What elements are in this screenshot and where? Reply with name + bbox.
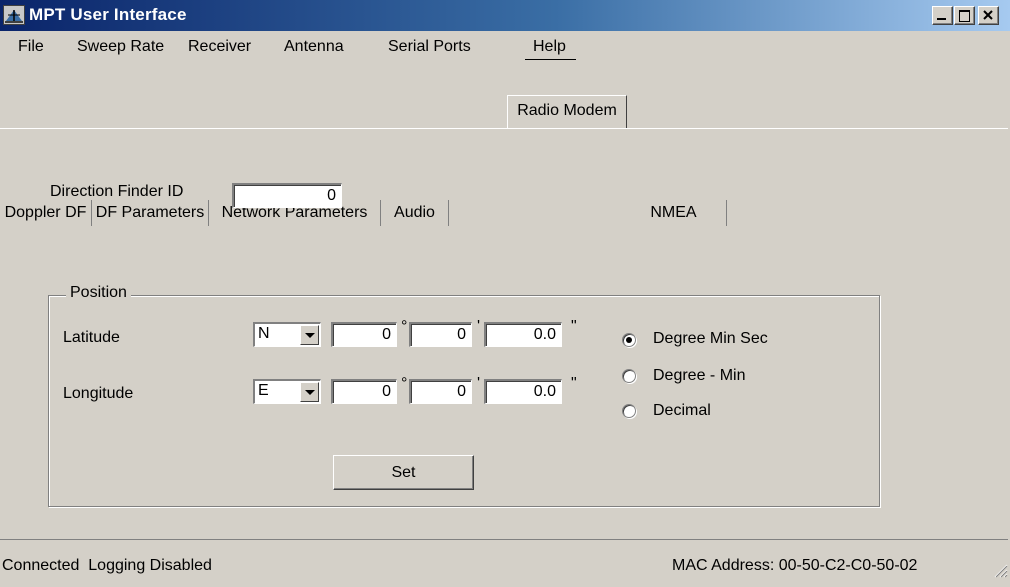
main-window: MPT User Interface File Sweep Rate Recei…	[0, 0, 1010, 587]
chevron-down-icon	[305, 333, 315, 338]
menu-receiver[interactable]: Receiver	[188, 38, 251, 56]
menu-sweep-rate[interactable]: Sweep Rate	[77, 38, 164, 56]
resize-grip-icon[interactable]	[990, 560, 1008, 578]
title-bar[interactable]: MPT User Interface	[0, 0, 1010, 31]
dropdown-arrow-button[interactable]	[300, 382, 319, 402]
status-connection: Connected	[2, 557, 80, 574]
radio-selected-dot	[626, 337, 632, 343]
latitude-degrees-field[interactable]: 0	[331, 322, 397, 347]
degree-symbol: °	[401, 318, 408, 335]
set-button[interactable]: Set	[333, 455, 474, 490]
longitude-seconds-field[interactable]: 0.0	[484, 379, 562, 404]
menu-serial-ports[interactable]: Serial Ports	[388, 38, 471, 56]
df-id-label: Direction Finder ID	[50, 183, 184, 200]
latitude-minutes-field[interactable]: 0	[409, 322, 472, 347]
second-symbol: "	[571, 375, 577, 392]
radio-label-degree-min-sec[interactable]: Degree Min Sec	[653, 330, 768, 348]
status-bar: Connected Logging Disabled MAC Address: …	[0, 548, 1010, 587]
radio-decimal[interactable]	[622, 404, 636, 418]
chevron-down-icon	[305, 390, 315, 395]
menu-file[interactable]: File	[18, 38, 44, 56]
minute-symbol: '	[477, 318, 481, 335]
longitude-hemisphere-select[interactable]: E	[253, 379, 321, 404]
radio-degree-min[interactable]	[622, 369, 636, 383]
status-connection-logging: Connected Logging Disabled	[2, 557, 212, 575]
dropdown-arrow-button[interactable]	[300, 325, 319, 345]
radio-label-degree-min[interactable]: Degree - Min	[653, 367, 745, 385]
latitude-hemisphere-value: N	[258, 325, 270, 342]
tab-strip: Doppler DF DF Parameters Network Paramet…	[0, 98, 1010, 226]
latitude-seconds-field[interactable]: 0.0	[484, 322, 562, 347]
menu-bar: File Sweep Rate Receiver Antenna Serial …	[0, 31, 1010, 65]
menu-antenna[interactable]: Antenna	[284, 38, 344, 56]
close-button[interactable]	[978, 6, 999, 25]
minimize-icon	[937, 18, 946, 20]
position-group-title: Position	[66, 284, 131, 302]
radio-degree-min-sec[interactable]	[622, 333, 636, 347]
window-title: MPT User Interface	[29, 5, 187, 24]
minimize-button[interactable]	[932, 6, 953, 25]
longitude-degrees-field[interactable]: 0	[331, 379, 397, 404]
status-mac-address: MAC Address: 00-50-C2-C0-50-02	[672, 557, 918, 574]
menu-help[interactable]: Help	[525, 38, 576, 60]
longitude-hemisphere-value: E	[258, 382, 269, 399]
close-icon	[983, 10, 993, 20]
maximize-icon	[959, 10, 970, 22]
df-id-field[interactable]: 0	[232, 183, 342, 208]
latitude-hemisphere-select[interactable]: N	[253, 322, 321, 347]
radio-label-decimal[interactable]: Decimal	[653, 402, 711, 420]
second-symbol: "	[571, 318, 577, 335]
app-antenna-icon	[3, 5, 25, 25]
longitude-minutes-field[interactable]: 0	[409, 379, 472, 404]
latitude-label: Latitude	[63, 329, 120, 346]
status-logging: Logging Disabled	[88, 557, 212, 574]
longitude-label: Longitude	[63, 385, 134, 402]
degree-symbol: °	[401, 375, 408, 392]
maximize-button[interactable]	[954, 6, 975, 25]
tab-radio-modem[interactable]: Radio Modem	[507, 95, 627, 128]
minute-symbol: '	[477, 375, 481, 392]
